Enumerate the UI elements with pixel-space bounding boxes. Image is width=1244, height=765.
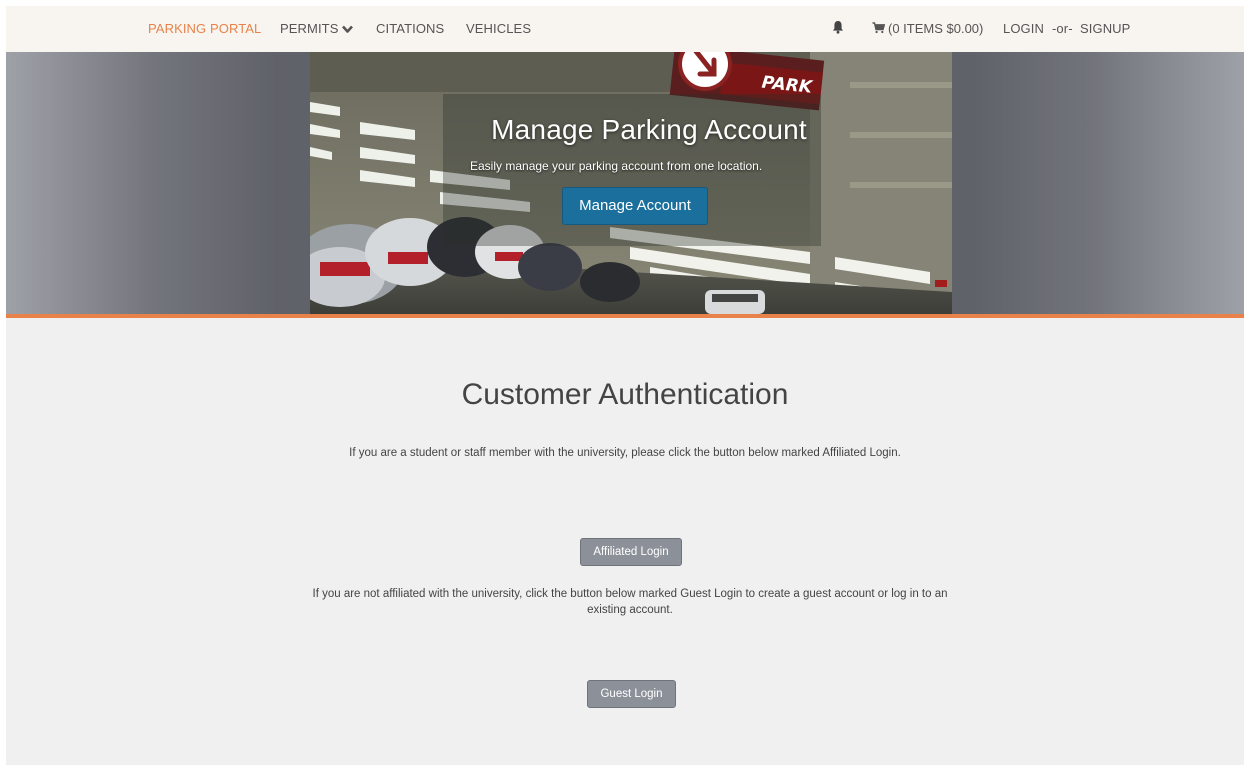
hero-parking-garage-image: PARK Manage Parking Account Easily manag… — [310, 52, 952, 314]
or-separator: -or- — [1052, 21, 1073, 36]
bell-icon[interactable] — [832, 20, 844, 39]
nav-item-permits[interactable]: PERMITS — [280, 21, 354, 37]
affiliated-instructions: If you are a student or staff member wit… — [349, 447, 901, 459]
manage-account-button[interactable]: Manage Account — [562, 187, 708, 225]
hero-subtitle: Easily manage your parking account from … — [470, 159, 763, 173]
signup-link[interactable]: SIGNUP — [1080, 21, 1130, 36]
hero-title: Manage Parking Account — [491, 114, 807, 145]
cart-icon — [872, 22, 886, 34]
guest-instructions: If you are not affiliated with the unive… — [312, 588, 948, 616]
nav-item-permits-label: PERMITS — [280, 21, 339, 36]
affiliated-login-button[interactable]: Affiliated Login — [580, 538, 682, 566]
page-frame: PARKING PORTAL PERMITS CITATIONS VEHICLE… — [6, 6, 1244, 765]
nav-item-vehicles[interactable]: VEHICLES — [466, 21, 531, 36]
cart-summary: (0 ITEMS $0.00) — [888, 21, 984, 36]
cart-button[interactable]: (0 ITEMS $0.00) — [872, 21, 983, 36]
hero-accent-line — [6, 314, 1244, 318]
top-navbar: PARKING PORTAL PERMITS CITATIONS VEHICLE… — [6, 6, 1244, 52]
chevron-down-icon — [342, 22, 354, 37]
hero-banner: PARK Manage Parking Account Easily manag… — [6, 52, 1244, 314]
nav-brand-parking-portal[interactable]: PARKING PORTAL — [148, 21, 261, 36]
nav-item-citations[interactable]: CITATIONS — [376, 21, 444, 36]
guest-login-button[interactable]: Guest Login — [587, 680, 676, 708]
login-link[interactable]: LOGIN — [1003, 21, 1044, 36]
page-title: Customer Authentication — [461, 378, 789, 411]
